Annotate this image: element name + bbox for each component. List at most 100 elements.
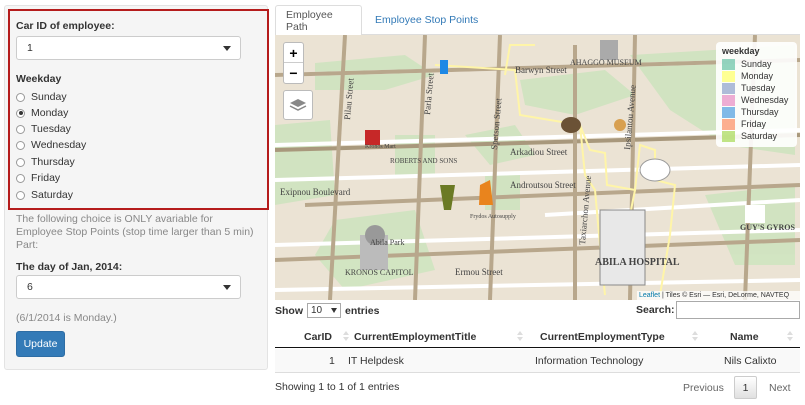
radio-button-checked[interactable] [16,108,25,118]
street-label: Androutsou Street [510,180,576,190]
legend-item: Wednesday [722,94,791,106]
radio-monday[interactable]: Monday [16,105,68,121]
radio-label: Tuesday [31,123,71,135]
entries-label: entries [345,304,380,317]
sort-icon[interactable] [692,331,698,341]
street-label: Ermou Street [455,267,503,277]
sort-icon[interactable] [517,331,523,341]
radio-friday[interactable]: Friday [16,170,60,186]
radio-saturday[interactable]: Saturday [16,187,73,203]
leaflet-link[interactable]: Leaflet [639,292,660,299]
length-control: Show 10 entries [275,303,379,318]
radio-wednesday[interactable]: Wednesday [16,137,86,153]
radio-label: Wednesday [31,139,87,151]
layers-button[interactable] [283,90,313,120]
radio-button[interactable] [16,140,25,150]
landmark-label: KRONOS CAPITOL [345,268,414,277]
radio-label: Saturday [31,189,74,201]
cell-title: IT Helpdesk [348,355,404,367]
sort-icon[interactable] [343,331,349,341]
column-header-name[interactable]: Name [730,325,759,348]
legend-item: Saturday [722,130,791,142]
legend-swatch [722,94,735,106]
day-value: 6 [27,281,33,293]
day-note: (6/1/2014 is Monday.) [16,312,117,324]
landmark-label: Frydos Autosupply [470,214,516,220]
column-header-type[interactable]: CurrentEmploymentType [540,325,665,348]
legend-swatch [722,130,735,142]
radio-label: Sunday [31,91,67,103]
show-label: Show [275,304,303,317]
tab-employee-path[interactable]: Employee Path [275,5,362,36]
radio-label: Monday [31,107,69,119]
chevron-down-icon [331,308,337,313]
zoom-out-button[interactable]: − [284,63,303,83]
column-header-carid[interactable]: CarID [304,325,332,348]
legend-swatch [722,58,735,70]
legend-label: Sunday [741,59,772,69]
legend-label: Wednesday [741,95,789,105]
radio-button[interactable] [16,173,25,183]
search-label: Search: [636,304,675,316]
length-select[interactable]: 10 [307,303,341,318]
tab-employee-stop-points[interactable]: Employee Stop Points [365,5,488,35]
car-id-value: 1 [27,42,33,54]
legend-label: Thursday [741,107,779,117]
cell-type: Information Technology [535,355,644,367]
legend-item: Friday [722,118,791,130]
street-label: Arkadiou Street [510,147,568,157]
search-input[interactable] [676,301,800,319]
cell-carid: 1 [329,355,335,367]
landmark-label: Abila Park [370,238,404,247]
legend-item: Thursday [722,106,791,118]
legend-title: weekday [722,46,760,56]
chevron-down-icon [223,46,231,51]
zoom-in-button[interactable]: + [284,43,303,63]
legend-label: Tuesday [741,83,776,93]
legend-swatch [722,106,735,118]
sort-icon[interactable] [787,331,793,341]
length-value: 10 [311,305,323,316]
map-attribution: Leaflet | Tiles © Esri — Esri, DeLorme, … [637,291,800,301]
radio-button[interactable] [16,190,25,200]
street-label: Exipnou Boulevard [280,187,351,197]
car-id-select[interactable]: 1 [16,36,241,60]
day-select[interactable]: 6 [16,275,241,299]
table-info: Showing 1 to 1 of 1 entries [275,381,400,393]
legend-label: Friday [741,119,767,129]
legend-item: Tuesday [722,82,791,94]
radio-tuesday[interactable]: Tuesday [16,121,71,137]
radio-label: Thursday [31,156,75,168]
legend-swatch [722,82,735,94]
radio-label: Friday [31,172,61,184]
legend-label: Saturday [741,131,778,141]
radio-button[interactable] [16,157,25,167]
landmark-label: ABILA HOSPITAL [595,257,680,268]
pagination-page[interactable]: 1 [734,376,757,399]
table-row[interactable]: 1 IT Helpdesk Information Technology Nil… [275,349,800,373]
car-id-label: Car ID of employee: [16,20,115,32]
landmark-label: GUY'S GYROS [740,223,795,232]
chevron-down-icon [223,285,231,290]
landmark-label: ROBERTS AND SONS [390,157,457,165]
legend-swatch [722,118,735,130]
legend-item: Monday [722,70,791,82]
zoom-control: + − [283,42,304,84]
cell-name: Nils Calixto [724,355,777,367]
radio-thursday[interactable]: Thursday [16,154,75,170]
day-label: The day of Jan, 2014: [16,261,123,273]
pagination-next[interactable]: Next [769,382,791,394]
radio-button[interactable] [16,124,25,134]
legend-item: Sunday [722,58,791,70]
tab-bar: Employee Path Employee Stop Points [275,5,800,36]
table-header: CarID CurrentEmploymentTitle CurrentEmpl… [275,325,800,348]
weekday-label: Weekday [16,73,62,85]
column-header-title[interactable]: CurrentEmploymentTitle [354,325,476,348]
update-button[interactable]: Update [16,331,65,357]
radio-sunday[interactable]: Sunday [16,89,67,105]
radio-button[interactable] [16,92,25,102]
attribution-text: | Tiles © Esri — Esri, DeLorme, NAVTEQ [660,292,790,299]
help-text: The following choice is ONLY avariable f… [16,213,254,251]
pagination-previous[interactable]: Previous [683,382,724,394]
layers-icon [289,99,307,111]
